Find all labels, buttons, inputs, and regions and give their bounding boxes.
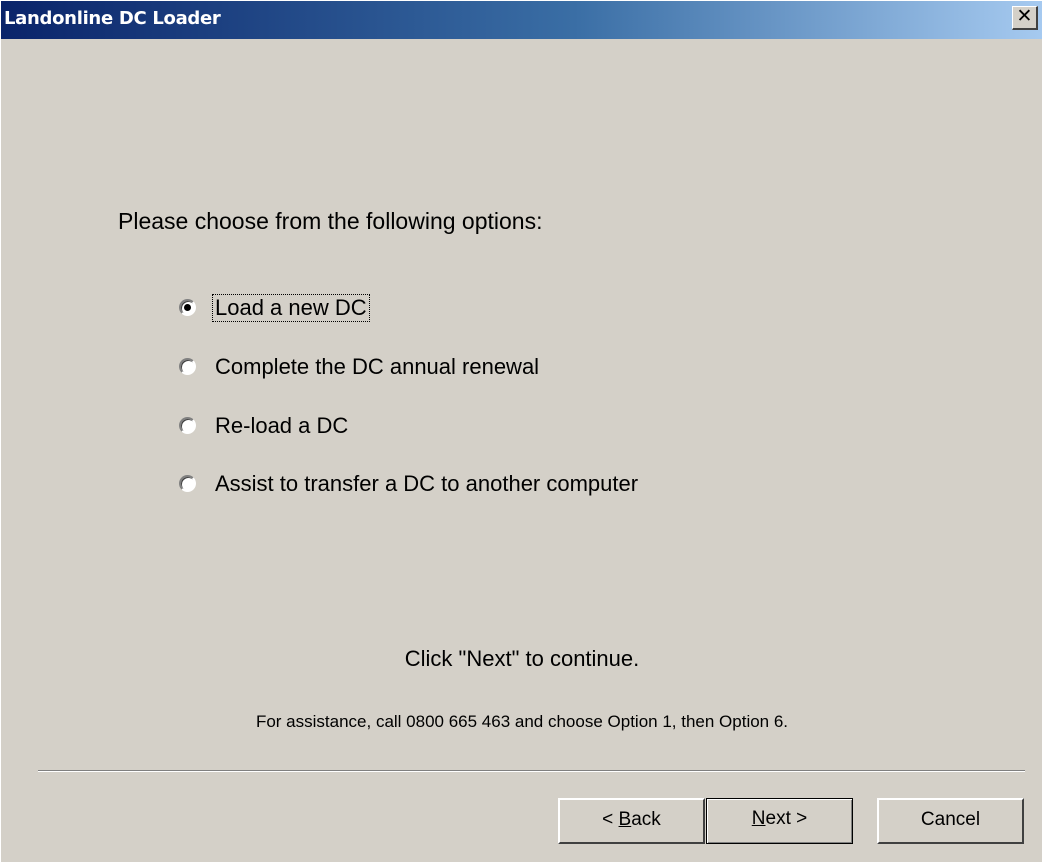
back-button-rest: ack xyxy=(631,809,661,830)
back-button[interactable]: < Back xyxy=(558,798,705,844)
option-label[interactable]: Load a new DC xyxy=(212,294,370,322)
window-title: Landonline DC Loader xyxy=(4,8,221,29)
assistance-text: For assistance, call 0800 665 463 and ch… xyxy=(255,712,789,731)
radio-unselected-icon[interactable] xyxy=(179,358,196,375)
next-button-rest: ext > xyxy=(765,808,808,829)
title-bar[interactable]: Landonline DC Loader ✕ xyxy=(1,1,1042,39)
back-button-mnemonic: B xyxy=(618,809,632,830)
option-label[interactable]: Assist to transfer a DC to another compu… xyxy=(213,471,640,497)
button-separator xyxy=(38,770,1025,772)
close-icon: ✕ xyxy=(1016,5,1033,27)
cancel-button[interactable]: Cancel xyxy=(877,798,1024,844)
option-label[interactable]: Re-load a DC xyxy=(213,413,350,439)
continue-hint: Click "Next" to continue. xyxy=(404,646,640,671)
back-button-prefix: < xyxy=(602,809,619,830)
radio-selected-icon[interactable] xyxy=(179,299,196,316)
next-button-mnemonic: N xyxy=(751,808,766,829)
dialog-window: Landonline DC Loader ✕ Please choose fro… xyxy=(0,0,1042,862)
close-button[interactable]: ✕ xyxy=(1012,6,1038,30)
radio-unselected-icon[interactable] xyxy=(179,475,196,492)
options-prompt: Please choose from the following options… xyxy=(118,208,543,234)
next-button[interactable]: Next > xyxy=(706,798,853,844)
radio-unselected-icon[interactable] xyxy=(179,417,196,434)
option-label[interactable]: Complete the DC annual renewal xyxy=(213,354,541,380)
